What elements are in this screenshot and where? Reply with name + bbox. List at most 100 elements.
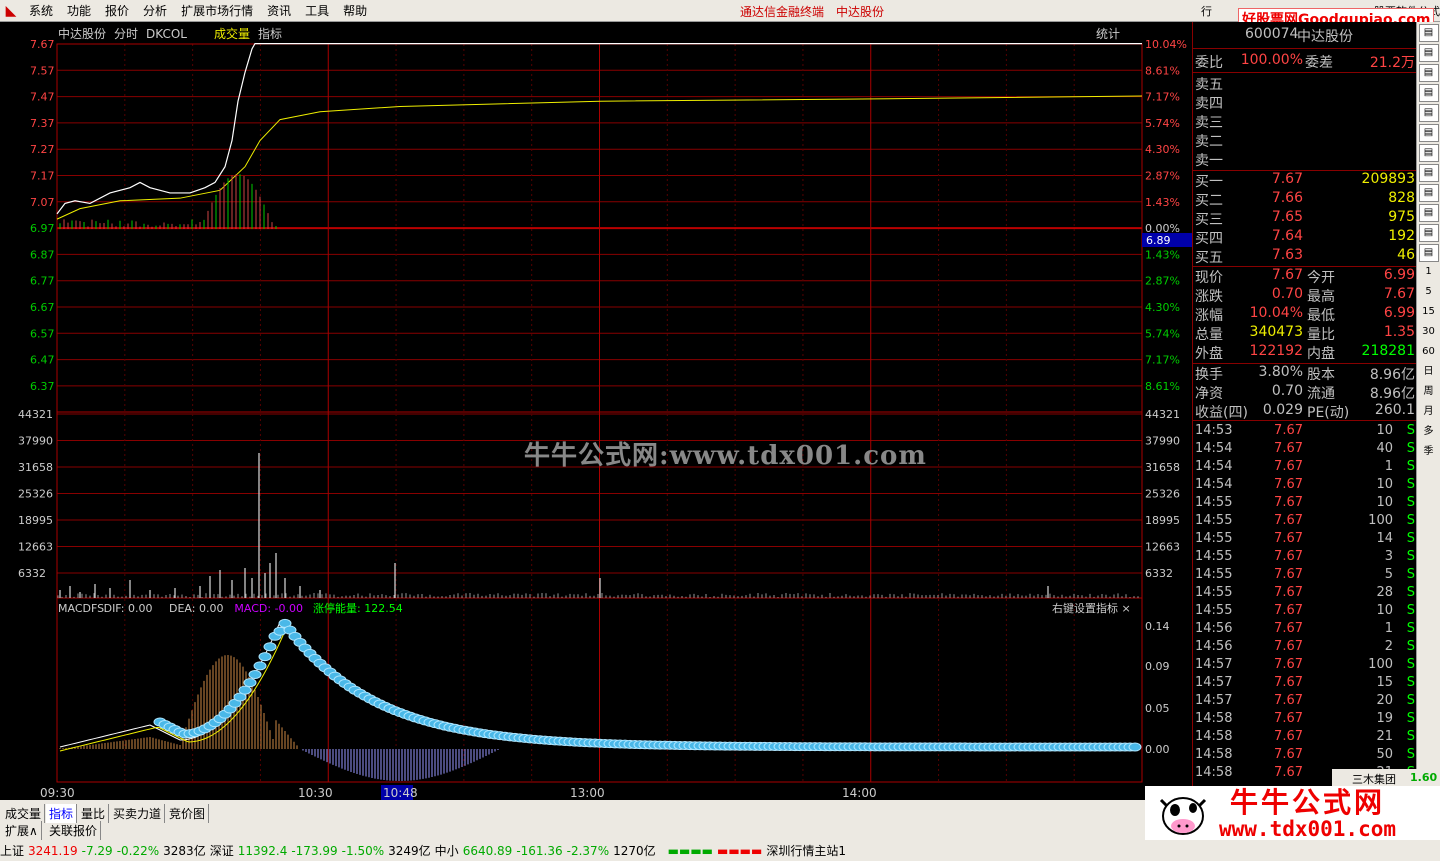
tick-row: 14:58 7.67 19 S bbox=[1193, 711, 1417, 730]
stat-row: 总量 340473 量比 1.35 bbox=[1193, 324, 1417, 343]
time-tick: 13:00 bbox=[570, 786, 605, 800]
period-button[interactable]: 季 bbox=[1419, 444, 1439, 462]
macd-tick: 0.05 bbox=[1145, 702, 1170, 715]
tick-row: 14:56 7.67 1 S bbox=[1193, 621, 1417, 640]
stat-value-2: 8.96亿 bbox=[1370, 364, 1415, 384]
sell-row: 卖三 bbox=[1193, 112, 1417, 131]
menu-analysis[interactable]: 分析 bbox=[136, 2, 174, 19]
price-tick: 6.87 bbox=[30, 248, 55, 261]
toolbar-icon[interactable]: ▤ bbox=[1419, 24, 1439, 42]
toolbar-icon[interactable]: ▤ bbox=[1419, 104, 1439, 122]
stat-row: 净资 0.70 流通 8.96亿 bbox=[1193, 383, 1417, 402]
macd-header-2: DEA: 0.00 bbox=[169, 602, 223, 615]
tick-volume: 5 bbox=[1385, 567, 1393, 582]
menu-help[interactable]: 帮助 bbox=[336, 2, 374, 19]
menu-tools[interactable]: 工具 bbox=[298, 2, 336, 19]
price-tick: 7.17 bbox=[30, 170, 55, 183]
tick-time: 14:55 bbox=[1195, 513, 1232, 528]
intraday-chart[interactable]: 7.67 7.57 7.47 7.37 7.27 7.17 7.07 6.97 6.87 6.77… bbox=[0, 22, 1192, 800]
tab-related-quote[interactable]: 关联报价 bbox=[46, 821, 101, 840]
toolbar-icon[interactable]: ▤ bbox=[1419, 244, 1439, 262]
price-tick: 6.77 bbox=[30, 275, 55, 288]
tick-time: 14:55 bbox=[1195, 549, 1232, 564]
tick-flag: S bbox=[1407, 495, 1415, 510]
cursor-price: 6.89 bbox=[1146, 234, 1171, 247]
stat-value-2: 1.35 bbox=[1384, 324, 1415, 340]
menu-function[interactable]: 功能 bbox=[60, 2, 98, 19]
buy-volume: 46 bbox=[1397, 247, 1415, 263]
period-button[interactable]: 30 bbox=[1419, 324, 1439, 342]
tick-price: 7.67 bbox=[1274, 531, 1303, 546]
stat-value: 340473 bbox=[1250, 324, 1303, 340]
tick-volume: 1 bbox=[1385, 621, 1393, 636]
energy-bead bbox=[1129, 743, 1141, 751]
toolbar-icon[interactable]: ▤ bbox=[1419, 184, 1439, 202]
tick-row: 14:56 7.67 2 S bbox=[1193, 639, 1417, 658]
period-button[interactable]: 周 bbox=[1419, 384, 1439, 402]
tab-expand[interactable]: 扩展∧ bbox=[2, 821, 42, 840]
zx-change: -161.36 bbox=[516, 844, 562, 858]
toolbar-icon[interactable]: ▤ bbox=[1419, 84, 1439, 102]
buy-row: 买三 7.65 975 bbox=[1193, 209, 1417, 228]
menu-row[interactable]: 行 bbox=[1201, 3, 1212, 19]
tick-volume: 15 bbox=[1376, 675, 1393, 690]
tab-buy-sell-power[interactable]: 买卖力道 bbox=[110, 804, 165, 823]
tab-auction[interactable]: 竞价图 bbox=[166, 804, 209, 823]
stock-name: 中达股份 bbox=[1297, 26, 1353, 46]
tick-row: 14:55 7.67 10 S bbox=[1193, 603, 1417, 622]
period-button[interactable]: 日 bbox=[1419, 364, 1439, 382]
tick-flag: S bbox=[1407, 603, 1415, 618]
cow-logo-icon bbox=[1153, 788, 1213, 840]
price-tick: 7.27 bbox=[30, 143, 55, 156]
buy-label: 买二 bbox=[1195, 190, 1223, 210]
toolbar-icon[interactable]: ▤ bbox=[1419, 224, 1439, 242]
volume-tick-right: 37990 bbox=[1145, 435, 1180, 448]
tick-flag: S bbox=[1407, 513, 1415, 528]
period-button[interactable]: 5 bbox=[1419, 284, 1439, 302]
tick-price: 7.67 bbox=[1274, 621, 1303, 636]
time-tick: 14:00 bbox=[842, 786, 877, 800]
sell-row: 卖一 bbox=[1193, 150, 1417, 169]
buy-price: 7.65 bbox=[1272, 209, 1303, 225]
tick-time: 14:55 bbox=[1195, 495, 1232, 510]
tick-volume: 3 bbox=[1385, 549, 1393, 564]
time-tick: 09:30 bbox=[40, 786, 75, 800]
tick-row: 14:55 7.67 3 S bbox=[1193, 549, 1417, 568]
stat-label-2: 今开 bbox=[1307, 267, 1335, 287]
menu-ext-market[interactable]: 扩展市场行情 bbox=[174, 2, 260, 19]
mini-ticker[interactable]: 三木集团 1.60 bbox=[1332, 769, 1440, 786]
toolbar-icon[interactable]: ▤ bbox=[1419, 204, 1439, 222]
chart-header-indicator1: DKCOL bbox=[146, 27, 187, 41]
period-button[interactable]: 60 bbox=[1419, 344, 1439, 362]
time-tick: 10:30 bbox=[298, 786, 333, 800]
tick-price: 7.67 bbox=[1274, 459, 1303, 474]
price-tick: 6.67 bbox=[30, 301, 55, 314]
app-logo-icon[interactable]: ◣ bbox=[0, 0, 22, 22]
buy-volume: 192 bbox=[1388, 228, 1415, 244]
toolbar-icon[interactable]: ▤ bbox=[1419, 44, 1439, 62]
toolbar-icon[interactable]: ▤ bbox=[1419, 124, 1439, 142]
menu-system[interactable]: 系统 bbox=[22, 2, 60, 19]
stat-value: 0.70 bbox=[1272, 286, 1303, 302]
menu-quote[interactable]: 报价 bbox=[98, 2, 136, 19]
stat-label-2: 量比 bbox=[1307, 324, 1335, 344]
stat-value: 3.80% bbox=[1259, 364, 1303, 380]
sz-pct: -1.50% bbox=[342, 844, 384, 858]
toolbar-icon[interactable]: ▤ bbox=[1419, 64, 1439, 82]
tick-time: 14:54 bbox=[1195, 477, 1232, 492]
period-button[interactable]: 15 bbox=[1419, 304, 1439, 322]
tick-volume: 20 bbox=[1376, 693, 1393, 708]
volume-tick-right: 25326 bbox=[1145, 488, 1180, 501]
stat-label: 换手 bbox=[1195, 364, 1223, 384]
toolbar-icon[interactable]: ▤ bbox=[1419, 164, 1439, 182]
tick-time: 14:57 bbox=[1195, 657, 1232, 672]
stat-label: 涨跌 bbox=[1195, 286, 1223, 306]
macd-header-0: MACDFS bbox=[58, 602, 104, 615]
tick-time: 14:53 bbox=[1195, 423, 1232, 438]
toolbar-icon[interactable]: ▤ bbox=[1419, 144, 1439, 162]
period-button[interactable]: 多 bbox=[1419, 424, 1439, 442]
period-button[interactable]: 1 bbox=[1419, 264, 1439, 282]
pct-tick: 2.87% bbox=[1145, 170, 1180, 183]
period-button[interactable]: 月 bbox=[1419, 404, 1439, 422]
menu-news[interactable]: 资讯 bbox=[260, 2, 298, 19]
